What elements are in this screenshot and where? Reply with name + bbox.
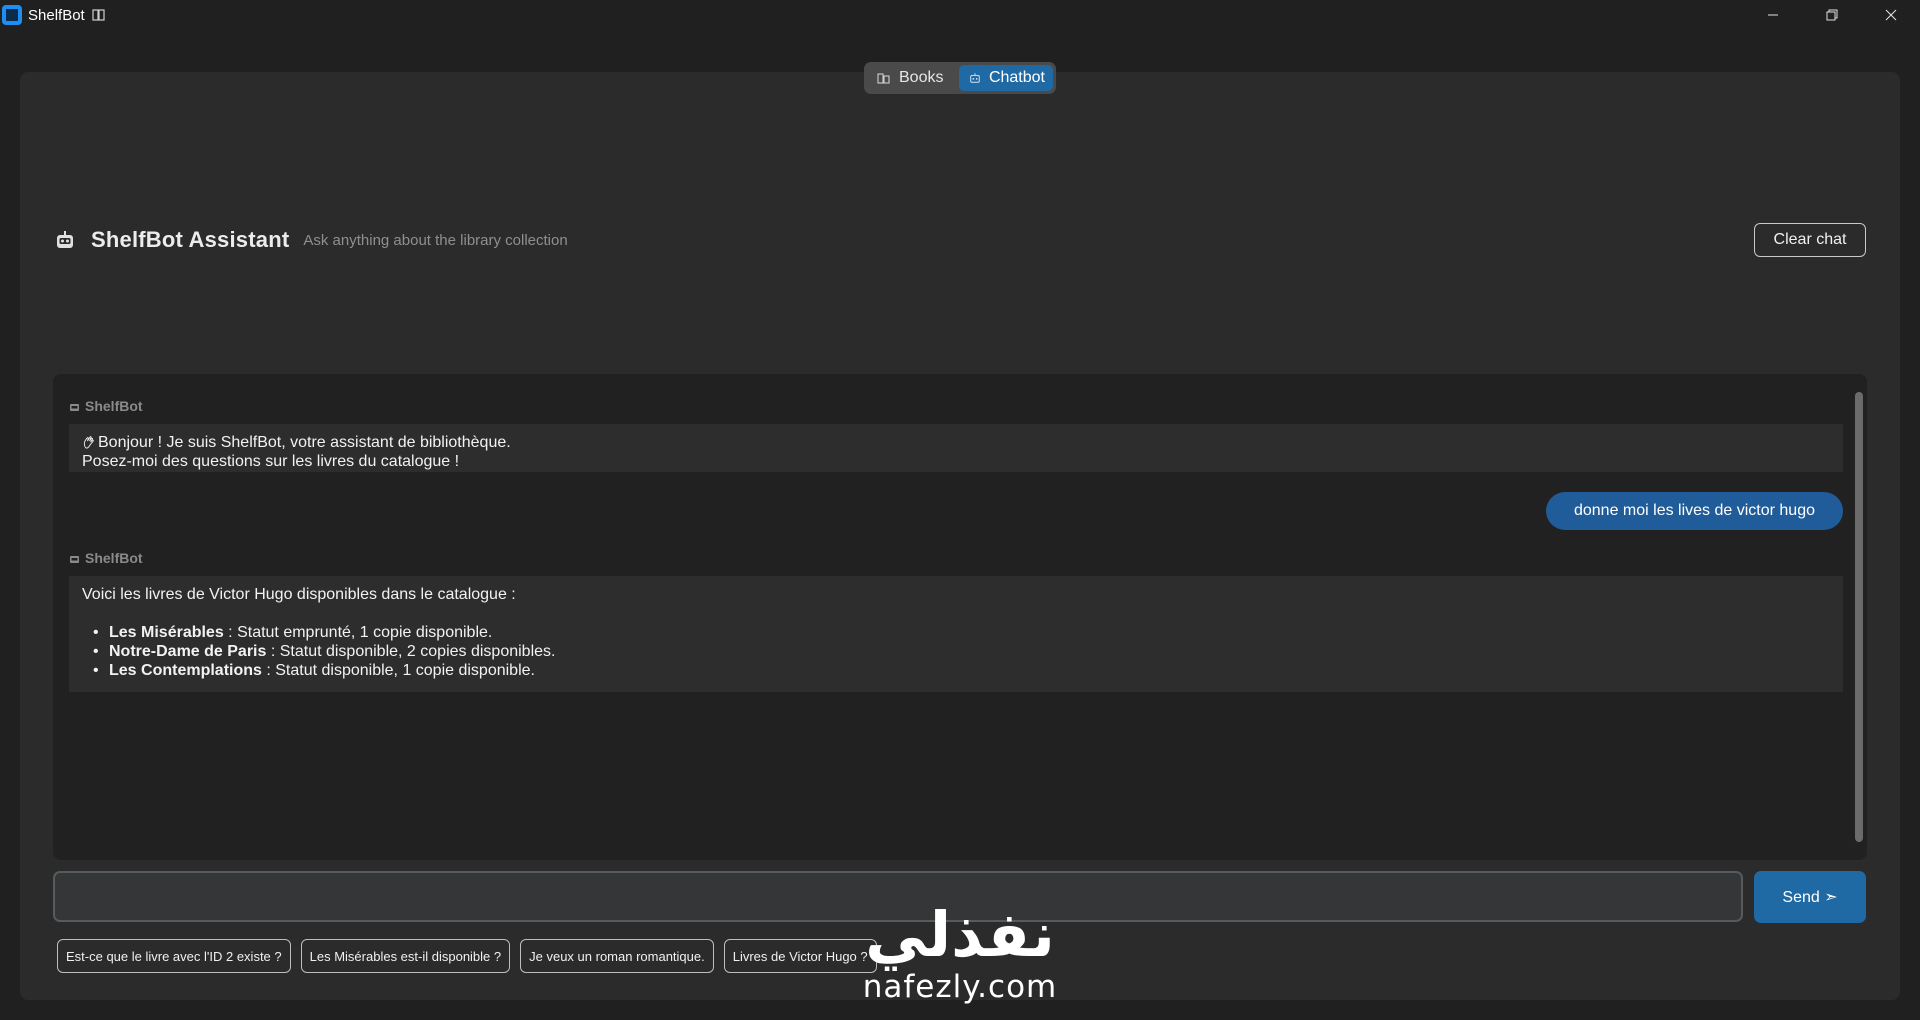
restore-icon	[1826, 9, 1837, 21]
restore-button[interactable]	[1802, 0, 1861, 30]
page-title: ShelfBot Assistant	[91, 227, 290, 252]
close-icon	[1885, 9, 1896, 21]
message-sender: ShelfBot	[69, 550, 143, 566]
book-detail: : Statut emprunté, 1 copie disponible.	[223, 624, 493, 641]
minimize-icon	[1767, 14, 1778, 16]
list-item: Les Misérables : Statut emprunté, 1 copi…	[82, 623, 1830, 642]
tab-chatbot-label: Chatbot	[988, 69, 1045, 86]
book-title: Les Contemplations	[109, 662, 262, 679]
view-tabs: Books Chatbot	[864, 62, 1056, 94]
message-text: Bonjour ! Je suis ShelfBot, votre assist…	[98, 434, 511, 451]
tab-chatbot[interactable]: Chatbot	[959, 65, 1053, 91]
list-item: Notre-Dame de Paris : Statut disponible,…	[82, 642, 1830, 661]
suggestion-chips: Est-ce que le livre avec l'ID 2 existe ?…	[57, 939, 877, 973]
message-line: Posez-moi des questions sur les livres d…	[82, 453, 460, 470]
clear-chat-button[interactable]: Clear chat	[1754, 223, 1866, 257]
robot-icon	[970, 73, 980, 83]
window-title: ShelfBot	[28, 6, 85, 24]
robot-icon	[70, 403, 79, 411]
bot-message: Voici les livres de Victor Hugo disponib…	[69, 576, 1843, 692]
title-bar: ShelfBot	[0, 0, 1920, 30]
tab-books-label: Books	[899, 69, 944, 86]
book-icon	[92, 9, 105, 21]
message-intro: Voici les livres de Victor Hugo disponib…	[82, 586, 516, 603]
book-list: Les Misérables : Statut emprunté, 1 copi…	[82, 623, 1830, 680]
app-logo-icon	[2, 5, 22, 25]
bot-message: Bonjour ! Je suis ShelfBot, votre assist…	[69, 424, 1843, 472]
minimize-button[interactable]	[1743, 0, 1802, 30]
assistant-header: ShelfBot Assistant Ask anything about th…	[54, 222, 1866, 258]
sender-name: ShelfBot	[85, 398, 143, 414]
book-title: Notre-Dame de Paris	[109, 643, 267, 660]
window-controls	[1743, 0, 1920, 30]
send-button[interactable]: Send ➣	[1754, 871, 1866, 923]
waving-hand-icon	[83, 436, 94, 449]
scrollbar-thumb[interactable]	[1855, 392, 1863, 842]
message-input[interactable]	[53, 871, 1743, 922]
suggestion-chip[interactable]: Est-ce que le livre avec l'ID 2 existe ?	[57, 939, 291, 973]
message-line: Bonjour ! Je suis ShelfBot, votre assist…	[82, 433, 1830, 452]
list-item: Les Contemplations : Statut disponible, …	[82, 661, 1830, 680]
suggestion-chip[interactable]: Les Misérables est-il disponible ?	[300, 939, 511, 973]
robot-icon	[57, 231, 73, 248]
book-title: Les Misérables	[109, 624, 224, 641]
chat-scrollbar[interactable]	[1855, 392, 1863, 842]
chat-area[interactable]: ShelfBot Bonjour ! Je suis ShelfBot, vot…	[53, 374, 1867, 860]
tab-books[interactable]: Books	[867, 65, 957, 91]
message-sender: ShelfBot	[69, 398, 143, 414]
sender-name: ShelfBot	[85, 550, 143, 566]
books-icon	[877, 73, 890, 84]
user-message: donne moi les lives de victor hugo	[1545, 492, 1843, 530]
suggestion-chip[interactable]: Je veux un roman romantique.	[520, 939, 714, 973]
close-button[interactable]	[1861, 0, 1920, 30]
robot-icon	[70, 555, 79, 563]
book-detail: : Statut disponible, 2 copies disponible…	[266, 643, 556, 660]
book-detail: : Statut disponible, 1 copie disponible.	[261, 662, 535, 679]
page-subtitle: Ask anything about the library collectio…	[303, 231, 568, 249]
suggestion-chip[interactable]: Livres de Victor Hugo ?	[723, 939, 877, 973]
